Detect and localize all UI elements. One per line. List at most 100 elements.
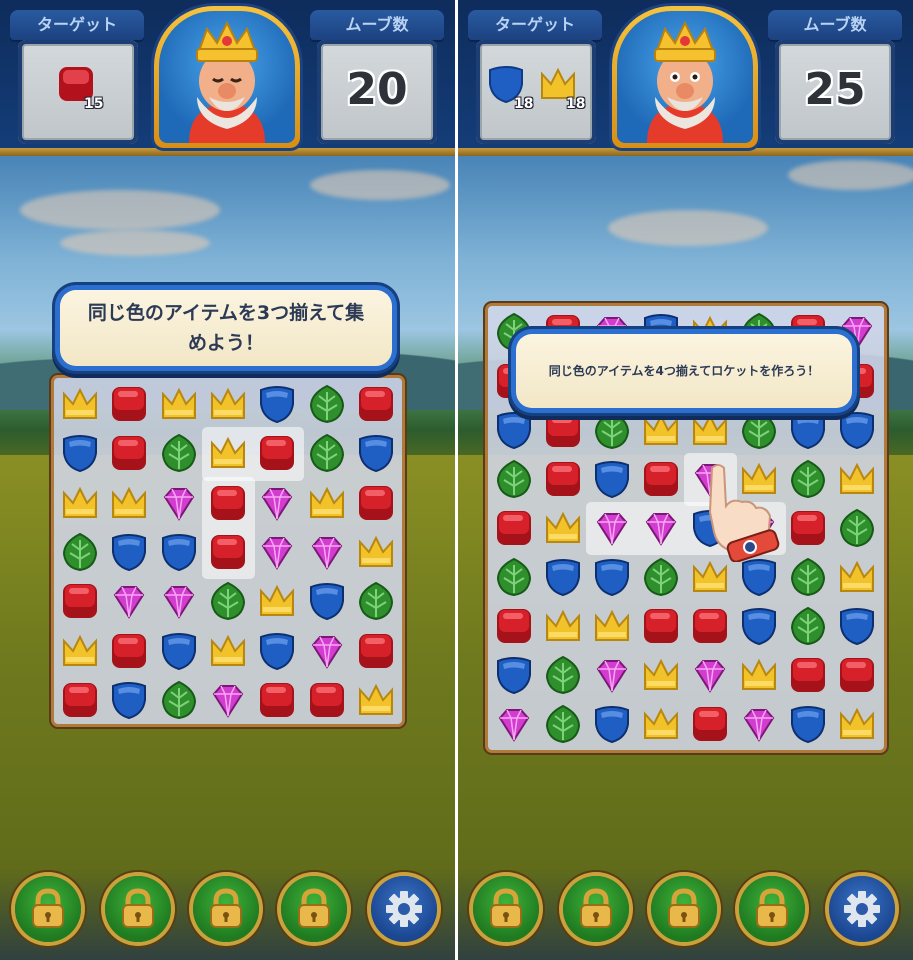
board-cell[interactable] — [784, 602, 832, 650]
board-cell[interactable] — [490, 504, 538, 552]
board-cell[interactable] — [253, 429, 301, 477]
board-cell[interactable] — [204, 429, 252, 477]
board-cell[interactable] — [155, 676, 203, 724]
board-cell[interactable] — [56, 479, 104, 527]
board-cell[interactable] — [352, 676, 400, 724]
board-cell[interactable] — [56, 528, 104, 576]
board-cell[interactable] — [588, 406, 636, 454]
board-cell[interactable] — [303, 577, 351, 625]
board-cell[interactable] — [204, 627, 252, 675]
board-cell[interactable] — [539, 700, 587, 748]
board-cell[interactable] — [155, 429, 203, 477]
board-cell[interactable] — [833, 504, 881, 552]
board-cell[interactable] — [303, 627, 351, 675]
board-cell[interactable] — [155, 479, 203, 527]
board-cell[interactable] — [490, 553, 538, 601]
board-cell[interactable] — [490, 651, 538, 699]
board-cell[interactable] — [490, 406, 538, 454]
board-cell[interactable] — [686, 651, 734, 699]
board-cell[interactable] — [253, 577, 301, 625]
board-cell[interactable] — [490, 455, 538, 503]
board-cell[interactable] — [352, 380, 400, 428]
board-cell[interactable] — [303, 528, 351, 576]
board-cell[interactable] — [352, 577, 400, 625]
board-cell[interactable] — [588, 553, 636, 601]
board-cell[interactable] — [833, 651, 881, 699]
board-cell[interactable] — [686, 602, 734, 650]
board-cell[interactable] — [784, 553, 832, 601]
board-cell[interactable] — [539, 406, 587, 454]
board-cell[interactable] — [539, 504, 587, 552]
board-cell[interactable] — [735, 700, 783, 748]
settings-button[interactable] — [829, 876, 895, 942]
board-cell[interactable] — [588, 504, 636, 552]
board-cell[interactable] — [490, 700, 538, 748]
board-cell[interactable] — [686, 700, 734, 748]
board-cell[interactable] — [833, 553, 881, 601]
locked-booster-button[interactable] — [651, 876, 717, 942]
board-cell[interactable] — [490, 602, 538, 650]
board-cell[interactable] — [105, 429, 153, 477]
board-cell[interactable] — [204, 479, 252, 527]
board-cell[interactable] — [539, 455, 587, 503]
board-cell[interactable] — [253, 528, 301, 576]
board-cell[interactable] — [56, 380, 104, 428]
board-cell[interactable] — [56, 429, 104, 477]
board-cell[interactable] — [303, 380, 351, 428]
board-cell[interactable] — [833, 455, 881, 503]
board-cell[interactable] — [56, 627, 104, 675]
board-cell[interactable] — [105, 479, 153, 527]
board-cell[interactable] — [303, 676, 351, 724]
board-cell[interactable] — [735, 602, 783, 650]
locked-booster-button[interactable] — [739, 876, 805, 942]
locked-booster-button[interactable] — [281, 876, 347, 942]
board-cell[interactable] — [637, 602, 685, 650]
board-cell[interactable] — [784, 406, 832, 454]
board-cell[interactable] — [253, 380, 301, 428]
board-cell[interactable] — [204, 528, 252, 576]
board-cell[interactable] — [637, 504, 685, 552]
board-cell[interactable] — [735, 406, 783, 454]
locked-booster-button[interactable] — [193, 876, 259, 942]
board-cell[interactable] — [833, 406, 881, 454]
board-cell[interactable] — [833, 602, 881, 650]
board-cell[interactable] — [105, 577, 153, 625]
board-cell[interactable] — [539, 553, 587, 601]
board-cell[interactable] — [588, 455, 636, 503]
board-cell[interactable] — [105, 676, 153, 724]
board-cell[interactable] — [253, 479, 301, 527]
board-cell[interactable] — [352, 479, 400, 527]
settings-button[interactable] — [371, 876, 437, 942]
board-cell[interactable] — [784, 504, 832, 552]
board-cell[interactable] — [588, 602, 636, 650]
board-cell[interactable] — [588, 651, 636, 699]
board-cell[interactable] — [155, 627, 203, 675]
board-cell[interactable] — [56, 676, 104, 724]
board-cell[interactable] — [833, 700, 881, 748]
board-cell[interactable] — [105, 627, 153, 675]
board-cell[interactable] — [539, 602, 587, 650]
board-cell[interactable] — [352, 627, 400, 675]
board-cell[interactable] — [637, 553, 685, 601]
board-cell[interactable] — [155, 577, 203, 625]
board-cell[interactable] — [637, 406, 685, 454]
board-cell[interactable] — [637, 700, 685, 748]
board-cell[interactable] — [784, 455, 832, 503]
board-cell[interactable] — [204, 577, 252, 625]
board-cell[interactable] — [539, 651, 587, 699]
board-cell[interactable] — [105, 380, 153, 428]
board-cell[interactable] — [735, 651, 783, 699]
board-cell[interactable] — [637, 651, 685, 699]
board-cell[interactable] — [784, 651, 832, 699]
board-cell[interactable] — [303, 429, 351, 477]
board-cell[interactable] — [303, 479, 351, 527]
board-cell[interactable] — [155, 380, 203, 428]
board-cell[interactable] — [253, 676, 301, 724]
board-cell[interactable] — [352, 429, 400, 477]
locked-booster-button[interactable] — [563, 876, 629, 942]
board-cell[interactable] — [352, 528, 400, 576]
board-cell[interactable] — [588, 700, 636, 748]
board-cell[interactable] — [105, 528, 153, 576]
board-cell[interactable] — [56, 577, 104, 625]
board-cell[interactable] — [784, 700, 832, 748]
